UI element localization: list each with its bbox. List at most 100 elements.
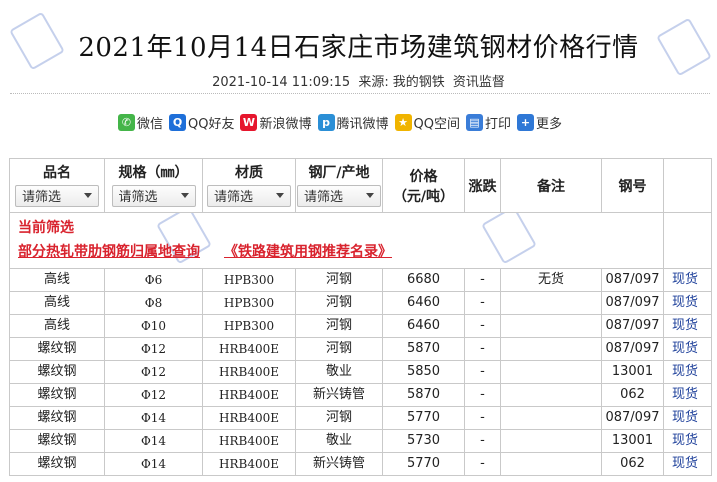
cell-steel-no: 13001 (601, 360, 664, 384)
cell-name: 螺纹钢 (9, 337, 105, 361)
cell-mill: 新兴铸管 (295, 452, 383, 476)
spec-filter-select[interactable]: 请筛选 (111, 184, 196, 207)
cell-action[interactable]: 现货 (663, 291, 712, 315)
cell-mill: 河钢 (295, 406, 383, 430)
share-more-button[interactable]: + 更多 (517, 113, 562, 132)
chevron-down-icon (84, 193, 92, 198)
cell-steel-no: 062 (601, 452, 664, 476)
rebar-origin-link[interactable]: 部分热轧带肋钢筋归属地查询 (18, 244, 200, 260)
table-row: 螺纹钢 Φ14 HRB400E 河钢 5770- 087/097 现货 (9, 406, 712, 430)
railway-steel-list-link[interactable]: 《铁路建筑用钢推荐名录》 (224, 244, 392, 260)
cell-name: 螺纹钢 (9, 383, 105, 407)
col-steel-no-header: 钢号 (601, 158, 664, 213)
cell-material: HRB400E (202, 429, 296, 453)
cell-change: - (464, 268, 501, 292)
publish-datetime: 2021-10-14 11:09:15 (212, 75, 351, 90)
share-print-button[interactable]: ▤ 打印 (465, 113, 511, 132)
chevron-down-icon (180, 193, 189, 198)
cell-spec: Φ8 (104, 291, 203, 315)
col-note-header: 备注 (500, 158, 602, 213)
cell-price: 5870 (382, 383, 465, 407)
col-material-header: 材质 请筛选 (202, 158, 296, 213)
cell-change: - (464, 383, 501, 407)
cell-change: - (464, 360, 501, 384)
table-row: 高线 Φ8 HPB300 河钢 6460- 087/097 现货 (9, 291, 712, 315)
cell-note: 无货 (500, 268, 602, 292)
wechat-icon: ✆ (118, 113, 135, 131)
filter-row-empty (663, 212, 712, 269)
col-change-header: 涨跌 (464, 158, 501, 213)
share-label: 新浪微博 (259, 116, 312, 132)
share-label: QQ好友 (188, 116, 235, 132)
cell-name: 高线 (9, 291, 105, 315)
col-price-header: 价格 （元/吨） (382, 158, 465, 213)
cell-steel-no: 087/097 (601, 268, 664, 292)
material-filter-select[interactable]: 请筛选 (207, 184, 291, 207)
mill-filter-select[interactable]: 请筛选 (297, 184, 381, 207)
cell-material: HPB300 (202, 291, 296, 315)
source-label: 来源: (358, 75, 389, 90)
table-row: 螺纹钢 Φ12 HRB400E 敬业 5850- 13001 现货 (9, 360, 712, 384)
cell-steel-no: 087/097 (601, 337, 664, 361)
share-label: 打印 (484, 116, 511, 132)
cell-spec: Φ12 (104, 337, 203, 361)
cell-action[interactable]: 现货 (663, 268, 712, 292)
col-mill-header: 钢厂/产地 请筛选 (295, 158, 383, 213)
cell-price: 5770 (382, 452, 465, 476)
sina-weibo-icon: W (240, 113, 258, 131)
share-wechat-button[interactable]: ✆ 微信 (118, 113, 163, 132)
cell-price: 5730 (382, 429, 465, 453)
cell-action[interactable]: 现货 (663, 337, 712, 361)
cell-price: 5770 (382, 406, 465, 430)
cell-name: 高线 (9, 314, 105, 338)
cell-mill: 敬业 (295, 429, 383, 453)
source-link[interactable]: 我的钢铁 (393, 75, 445, 90)
cell-price: 6460 (382, 314, 465, 338)
name-filter-select[interactable]: 请筛选 (15, 184, 99, 207)
table-row: 螺纹钢 Φ14 HRB400E 敬业 5730- 13001 现货 (9, 429, 712, 453)
share-tencent-weibo-button[interactable]: p 腾讯微博 (317, 113, 389, 132)
cell-material: HPB300 (202, 268, 296, 292)
cell-note (500, 291, 602, 315)
more-icon: + (517, 113, 534, 131)
cell-mill: 河钢 (295, 291, 383, 315)
table-row: 螺纹钢 Φ12 HRB400E 河钢 5870- 087/097 现货 (9, 337, 712, 361)
share-label: QQ空间 (413, 116, 460, 132)
cell-action[interactable]: 现货 (663, 383, 712, 407)
cell-action[interactable]: 现货 (663, 314, 712, 338)
category-link[interactable]: 资讯监督 (453, 75, 505, 90)
print-icon: ▤ (465, 113, 483, 131)
cell-action[interactable]: 现货 (663, 429, 712, 453)
cell-spec: Φ12 (104, 383, 203, 407)
page-title: 2021年10月14日石家庄市场建筑钢材价格行情 (78, 33, 639, 63)
cell-price: 6680 (382, 268, 465, 292)
share-qzone-button[interactable]: ★ QQ空间 (394, 113, 460, 132)
qzone-icon: ★ (394, 113, 412, 131)
share-qq-friend-button[interactable]: Q QQ好友 (169, 113, 234, 132)
cell-change: - (464, 452, 501, 476)
share-label: 微信 (137, 116, 164, 132)
share-bar: ✆ 微信 Q QQ好友 W 新浪微博 p 腾讯微博 ★ QQ空间 ▤ 打印 + 更多 (118, 112, 568, 132)
cell-note (500, 337, 602, 361)
cell-price: 5850 (382, 360, 465, 384)
cell-steel-no: 062 (601, 383, 664, 407)
cell-action[interactable]: 现货 (663, 360, 712, 384)
cell-mill: 河钢 (295, 337, 383, 361)
col-spec-header: 规格（㎜） 请筛选 (104, 158, 203, 213)
cell-price: 5870 (382, 337, 465, 361)
cell-material: HRB400E (202, 360, 296, 384)
share-label: 腾讯微博 (336, 116, 389, 132)
cell-spec: Φ14 (104, 452, 203, 476)
cell-action[interactable]: 现货 (663, 452, 712, 476)
cell-steel-no: 087/097 (601, 291, 664, 315)
cell-action[interactable]: 现货 (663, 406, 712, 430)
share-sina-weibo-button[interactable]: W 新浪微博 (240, 113, 312, 132)
share-label: 更多 (536, 116, 563, 132)
cell-mill: 河钢 (295, 268, 383, 292)
article-meta: 2021-10-14 11:09:15 来源: 我的钢铁 资讯监督 (0, 71, 717, 90)
filter-row: 当前筛选 部分热轧带肋钢筋归属地查询 《铁路建筑用钢推荐名录》 (9, 212, 712, 269)
cell-note (500, 383, 602, 407)
table-row: 高线 Φ10 HPB300 河钢 6460- 087/097 现货 (9, 314, 712, 338)
cell-spec: Φ14 (104, 406, 203, 430)
current-filter-cell: 当前筛选 部分热轧带肋钢筋归属地查询 《铁路建筑用钢推荐名录》 (9, 212, 664, 269)
